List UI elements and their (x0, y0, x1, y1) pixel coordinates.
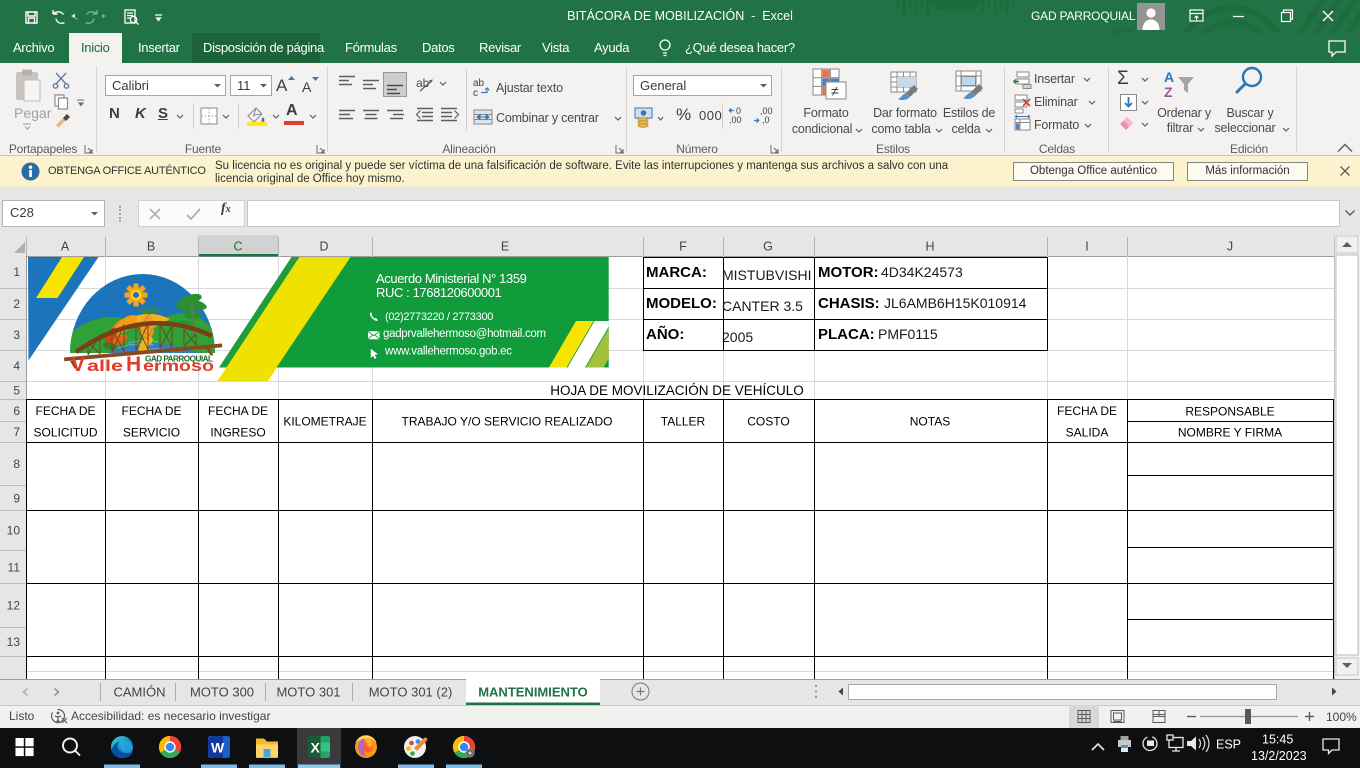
svg-text:MARCA:: MARCA: (646, 264, 707, 281)
svg-text:15:45: 15:45 (1262, 733, 1293, 747)
svg-text:TRABAJO Y/O SERVICIO REALIZADO: TRABAJO Y/O SERVICIO REALIZADO (402, 415, 613, 429)
svg-text:1: 1 (13, 265, 20, 279)
svg-text:ermoso: ermoso (143, 358, 214, 375)
svg-text:Z: Z (1164, 84, 1173, 100)
svg-text:FECHA DE: FECHA DE (1057, 404, 1117, 418)
svg-text:X: X (311, 740, 321, 756)
svg-text:,0: ,0 (762, 115, 770, 125)
svg-text:gadprvallehermoso@hotmail.com: gadprvallehermoso@hotmail.com (383, 328, 546, 340)
svg-text:8: 8 (13, 457, 20, 471)
svg-text:NOMBRE Y FIRMA: NOMBRE Y FIRMA (1178, 426, 1282, 440)
svg-text:12: 12 (7, 599, 21, 613)
svg-text:11: 11 (8, 561, 21, 575)
svg-text:B: B (147, 240, 155, 254)
svg-text:CAMIÓN: CAMIÓN (114, 685, 166, 700)
svg-text:KILOMETRAJE: KILOMETRAJE (283, 415, 366, 429)
svg-text:FECHA DE: FECHA DE (208, 404, 268, 418)
svg-text:9: 9 (13, 492, 20, 506)
svg-text:7: 7 (13, 425, 20, 439)
svg-text:C: C (233, 240, 242, 254)
svg-text:,00: ,00 (729, 115, 742, 125)
svg-text:TALLER: TALLER (661, 415, 706, 429)
svg-text:Pegar: Pegar (14, 105, 52, 121)
svg-text:PLACA:: PLACA: (818, 326, 875, 343)
svg-text:JL6AMB6H15K010914: JL6AMB6H15K010914 (884, 295, 1027, 311)
svg-text:G: G (763, 240, 773, 254)
svg-text:INGRESO: INGRESO (210, 426, 265, 440)
svg-text:J: J (1227, 240, 1233, 254)
svg-text:MOTO 301: MOTO 301 (276, 685, 340, 700)
svg-text:H: H (126, 353, 141, 376)
svg-text:AÑO:: AÑO: (646, 325, 684, 343)
svg-text:MISTUBVISHI: MISTUBVISHI (722, 267, 811, 283)
svg-text:FECHA DE: FECHA DE (121, 404, 181, 418)
svg-text:MANTENIMIENTO: MANTENIMIENTO (478, 685, 588, 700)
svg-text:I: I (1085, 240, 1088, 254)
svg-text:100%: 100% (1326, 710, 1357, 724)
svg-text:HOJA DE MOVILIZACIÓN DE VEHÍCU: HOJA DE MOVILIZACIÓN DE VEHÍCULO (550, 383, 804, 398)
svg-text:MOTO 301 (2): MOTO 301 (2) (369, 685, 453, 700)
svg-text:SERVICIO: SERVICIO (123, 426, 180, 440)
svg-text:D: D (319, 240, 328, 254)
svg-text:alle: alle (87, 358, 124, 375)
svg-text:FECHA DE: FECHA DE (35, 404, 95, 418)
svg-text:CANTER 3.5: CANTER 3.5 (722, 298, 803, 314)
svg-text:RESPONSABLE: RESPONSABLE (1185, 405, 1274, 419)
svg-text:CHASIS:: CHASIS: (818, 295, 880, 312)
svg-text:13/2/2023: 13/2/2023 (1251, 749, 1307, 763)
svg-text:MODELO:: MODELO: (646, 295, 717, 312)
svg-text:2: 2 (13, 297, 20, 311)
svg-text:RUC : 1768120600001: RUC : 1768120600001 (376, 285, 502, 300)
svg-text:H: H (925, 240, 934, 254)
svg-text:2005: 2005 (722, 329, 753, 345)
svg-text:Acuerdo Ministerial N° 1359: Acuerdo Ministerial N° 1359 (376, 271, 527, 286)
svg-text:c: c (473, 88, 478, 97)
svg-text:W: W (211, 740, 225, 756)
svg-text:www.vallehermoso.gob.ec: www.vallehermoso.gob.ec (384, 346, 512, 358)
svg-text:ESP: ESP (1216, 738, 1241, 752)
svg-text:A: A (1164, 69, 1174, 85)
svg-text:SOLICITUD: SOLICITUD (33, 426, 97, 440)
svg-text:COSTO: COSTO (747, 415, 789, 429)
svg-text:13: 13 (7, 635, 21, 649)
svg-text:5: 5 (13, 384, 20, 398)
svg-text:4: 4 (13, 359, 20, 373)
svg-text:6: 6 (13, 404, 20, 418)
svg-text:10: 10 (7, 524, 21, 538)
svg-text:3: 3 (13, 328, 20, 342)
svg-text:F: F (679, 240, 687, 254)
svg-text:MOTOR:: MOTOR: (818, 264, 879, 281)
svg-text:(02)2773220 / 2773300: (02)2773220 / 2773300 (385, 311, 493, 323)
svg-text:MOTO 300: MOTO 300 (190, 685, 254, 700)
svg-text:A: A (61, 240, 70, 254)
svg-text:NOTAS: NOTAS (910, 415, 950, 429)
svg-text:E: E (501, 240, 509, 254)
svg-text:≠: ≠ (831, 83, 839, 99)
svg-text:4D34K24573: 4D34K24573 (881, 264, 963, 280)
svg-text:V: V (71, 353, 85, 376)
svg-text:PMF0115: PMF0115 (878, 326, 938, 342)
svg-text:SALIDA: SALIDA (1066, 426, 1109, 440)
